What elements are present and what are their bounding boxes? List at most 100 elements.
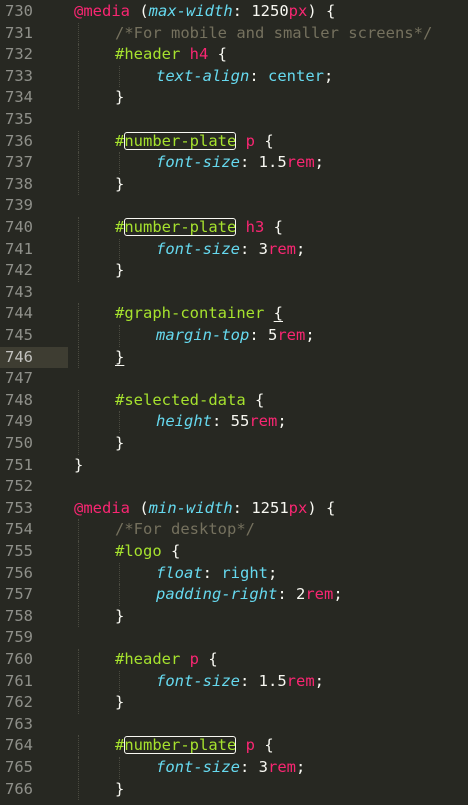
- line-number: 759: [5, 628, 33, 647]
- code-token: ) {: [307, 498, 336, 517]
- indent-guide: [119, 152, 120, 174]
- code-text[interactable]: height: 55rem;: [156, 411, 287, 433]
- code-line[interactable]: 754 /*For desktop*/: [0, 519, 468, 541]
- code-line[interactable]: 744 #graph-container {: [0, 303, 468, 325]
- code-line[interactable]: 732 #header h4 {: [0, 44, 468, 66]
- indent-guide: [119, 325, 120, 347]
- code-line[interactable]: 764 #number-plate p {: [0, 735, 468, 757]
- code-text[interactable]: float: right;: [156, 563, 277, 585]
- code-text[interactable]: }: [115, 692, 124, 714]
- code-token: :: [249, 66, 268, 85]
- code-text[interactable]: padding-right: 2rem;: [156, 584, 343, 606]
- code-token: #logo: [115, 542, 162, 560]
- code-text[interactable]: /*For mobile and smaller screens*/: [115, 23, 432, 45]
- code-text[interactable]: }: [115, 260, 124, 282]
- code-text[interactable]: }: [115, 779, 124, 801]
- code-text[interactable]: #header h4 {: [115, 44, 227, 66]
- code-text[interactable]: #number-plate p {: [115, 131, 274, 153]
- code-line[interactable]: 757 padding-right: 2rem;: [0, 584, 468, 606]
- code-text[interactable]: font-size: 3rem;: [156, 239, 305, 261]
- code-token: {: [208, 45, 228, 64]
- line-number: 766: [5, 779, 33, 798]
- code-line[interactable]: 766}: [0, 778, 468, 801]
- code-token: h3: [245, 218, 265, 236]
- code-line[interactable]: 730 @media (max-width: 1250px) {: [0, 1, 468, 23]
- code-line[interactable]: 742}: [0, 260, 468, 282]
- code-text[interactable]: font-size: 1.5rem;: [156, 152, 324, 174]
- code-token: }: [115, 693, 125, 712]
- code-text[interactable]: #graph-container {: [115, 303, 283, 325]
- code-line[interactable]: 739: [0, 195, 468, 217]
- code-line[interactable]: 750}: [0, 433, 468, 455]
- indent-guide: [78, 735, 79, 757]
- code-token: {: [161, 542, 181, 560]
- code-token: number-plate: [124, 218, 237, 236]
- line-number: 742: [5, 261, 33, 280]
- code-token: right: [221, 563, 269, 582]
- line-number: 758: [5, 606, 33, 625]
- line-number: 732: [5, 45, 33, 64]
- code-text[interactable]: }: [115, 433, 124, 455]
- code-line[interactable]: 760 #header p {: [0, 649, 468, 671]
- code-line[interactable]: 735: [0, 109, 468, 131]
- line-number: 750: [5, 434, 33, 452]
- code-text[interactable]: margin-top: 5rem;: [156, 325, 315, 347]
- code-line[interactable]: 736 #number-plate p {: [0, 130, 468, 153]
- code-text[interactable]: @media (max-width: 1250px) {: [74, 1, 335, 23]
- code-text[interactable]: text-align: center;: [156, 66, 333, 88]
- code-token: font-size: [156, 153, 240, 172]
- code-token: : 1.5: [240, 153, 287, 172]
- code-line[interactable]: 749 height: 55rem;: [0, 411, 468, 433]
- code-line[interactable]: 743: [0, 282, 468, 304]
- code-text[interactable]: #number-plate h3 {: [115, 217, 283, 239]
- code-line[interactable]: 747: [0, 368, 468, 390]
- code-text[interactable]: #number-plate p {: [115, 735, 274, 757]
- code-text[interactable]: #selected-data {: [115, 390, 264, 412]
- code-line[interactable]: 756 float: right;: [0, 562, 468, 585]
- code-text[interactable]: }: [115, 347, 124, 369]
- line-number: 747: [5, 369, 33, 388]
- code-line[interactable]: 746}: [0, 346, 468, 369]
- code-token: }: [115, 88, 125, 107]
- code-line[interactable]: 740 #number-plate h3 {: [0, 217, 468, 239]
- code-line[interactable]: 734}: [0, 87, 468, 109]
- code-text[interactable]: #header p {: [115, 649, 218, 671]
- code-text[interactable]: }: [115, 606, 124, 628]
- code-token: rem: [286, 153, 315, 172]
- code-line[interactable]: 761 font-size: 1.5rem;: [0, 670, 468, 693]
- code-token: rem: [268, 758, 296, 776]
- code-text[interactable]: /*For desktop*/: [115, 519, 255, 541]
- code-text[interactable]: }: [115, 174, 124, 196]
- code-line[interactable]: 751}: [0, 455, 468, 477]
- code-line[interactable]: 731 /*For mobile and smaller screens*/: [0, 22, 468, 45]
- code-line[interactable]: 737 font-size: 1.5rem;: [0, 152, 468, 174]
- code-line[interactable]: 738}: [0, 173, 468, 196]
- code-line[interactable]: 741 font-size: 3rem;: [0, 238, 468, 261]
- indent-guide: [78, 217, 79, 239]
- code-line[interactable]: 763: [0, 714, 468, 736]
- code-line[interactable]: 748 #selected-data {: [0, 389, 468, 412]
- code-text[interactable]: @media (min-width: 1251px) {: [74, 498, 335, 520]
- code-line[interactable]: 758}: [0, 605, 468, 628]
- line-number: 743: [5, 282, 33, 301]
- code-line[interactable]: 752: [0, 476, 468, 498]
- code-text[interactable]: }: [115, 87, 124, 109]
- code-text[interactable]: font-size: 3rem;: [156, 757, 305, 779]
- code-text[interactable]: #logo {: [115, 541, 180, 563]
- code-line[interactable]: 759: [0, 627, 468, 649]
- code-token: px: [288, 2, 308, 20]
- code-line[interactable]: 762}: [0, 692, 468, 714]
- indent-guide: [78, 130, 79, 153]
- code-text[interactable]: }: [74, 455, 83, 477]
- code-text[interactable]: font-size: 1.5rem;: [156, 671, 324, 693]
- line-number: 740: [5, 218, 33, 236]
- code-line[interactable]: 745 margin-top: 5rem;: [0, 325, 468, 347]
- code-token: rem: [305, 585, 334, 604]
- code-line[interactable]: 753 @media (min-width: 1251px) {: [0, 498, 468, 520]
- code-line[interactable]: 765 font-size: 3rem;: [0, 757, 468, 779]
- code-editor[interactable]: 730 @media (max-width: 1250px) {731/*For …: [0, 0, 468, 805]
- code-line[interactable]: 755 #logo {: [0, 541, 468, 563]
- code-line[interactable]: 733 text-align: center;: [0, 65, 468, 88]
- line-number: 749: [5, 412, 33, 431]
